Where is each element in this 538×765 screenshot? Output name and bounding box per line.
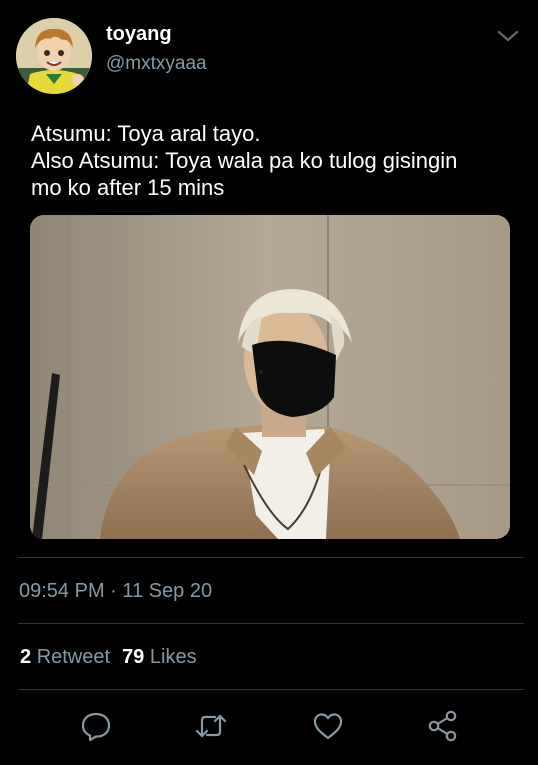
tweet-media-image[interactable] (30, 215, 510, 539)
retweet-label: Retweet (36, 646, 111, 668)
heart-icon (313, 713, 343, 740)
chevron-down-icon[interactable] (495, 26, 521, 46)
divider (18, 623, 524, 624)
divider (18, 689, 524, 690)
divider (18, 557, 524, 558)
user-handle[interactable]: @mxtxyaaa (106, 53, 207, 75)
avatar-image (16, 18, 92, 94)
like-button[interactable] (310, 708, 346, 744)
tweet-text: Atsumu: Toya aral tayo. Also Atsumu: Toy… (31, 120, 516, 201)
tweet-text-line: Atsumu: Toya aral tayo. (31, 121, 261, 146)
retweet-icon (195, 714, 227, 738)
reply-button[interactable] (78, 708, 114, 744)
like-count: 79 (122, 646, 145, 668)
likes-stat[interactable]: 79 Likes (122, 646, 197, 668)
comment-icon (81, 712, 111, 742)
retweet-count: 2 (20, 646, 32, 668)
display-name[interactable]: toyang (106, 23, 172, 46)
tweet-text-line: Also Atsumu: Toya wala pa ko tulog gisin… (31, 148, 458, 173)
share-button[interactable] (425, 708, 461, 744)
retweets-stat[interactable]: 2 Retweet (20, 646, 110, 668)
avatar[interactable] (16, 18, 92, 94)
like-label: Likes (149, 646, 197, 668)
tweet-timestamp[interactable]: 09:54 PM · 11 Sep 20 (19, 580, 212, 603)
share-icon (428, 710, 457, 742)
tweet-stats: 2 Retweet 79 Likes (20, 646, 197, 669)
tweet-text-line: mo ko after 15 mins (31, 175, 225, 200)
retweet-button[interactable] (193, 708, 229, 744)
